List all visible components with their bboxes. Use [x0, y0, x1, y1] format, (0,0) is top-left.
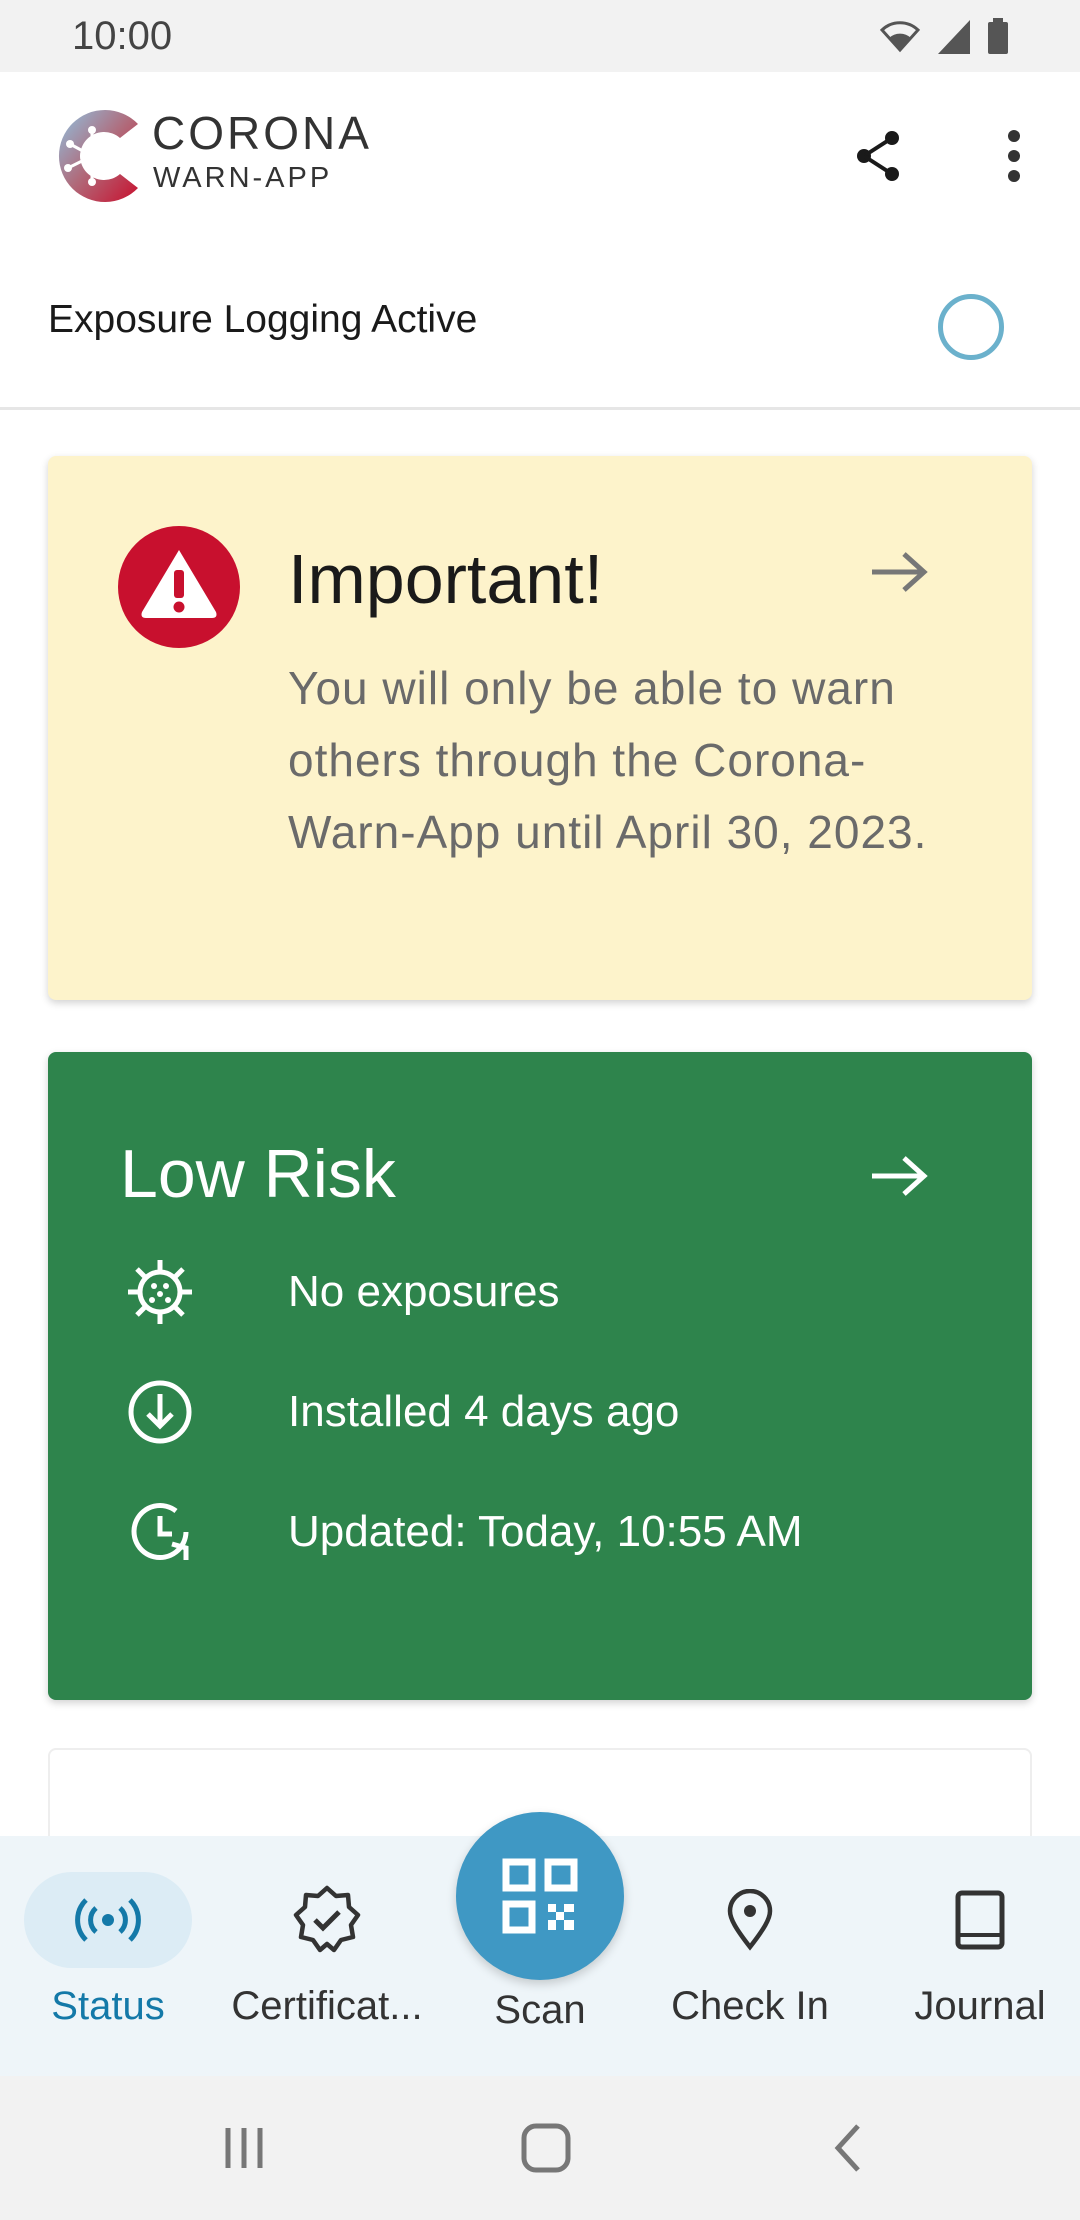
arrow-right-icon	[872, 1156, 928, 1196]
risk-status-card[interactable]: Low Risk No exposures Installed 4 days a…	[48, 1052, 1032, 1700]
nav-item-journal[interactable]: Journal	[880, 1836, 1080, 2076]
location-pin-icon	[727, 1889, 773, 1951]
home-icon	[521, 2123, 571, 2173]
download-circle-icon	[128, 1380, 192, 1444]
broadcast-icon	[75, 1898, 141, 1942]
share-button[interactable]	[846, 124, 910, 188]
nav-icon-container	[243, 1872, 411, 1968]
tracing-progress-ring	[938, 294, 1004, 360]
important-body: You will only be able to warn others thr…	[288, 662, 928, 858]
logo-subtitle: WARN-APP	[153, 162, 333, 194]
system-navigation-bar	[0, 2076, 1080, 2220]
app-header: CORONA WARN-APP Exposure Logging Active	[0, 72, 1080, 410]
risk-row-text: Updated: Today, 10:55 AM	[288, 1507, 803, 1556]
nav-icon-container	[896, 1872, 1064, 1968]
book-icon	[955, 1890, 1005, 1950]
scan-label[interactable]: Scan	[456, 1988, 624, 2033]
risk-row-installed: Installed 4 days ago	[120, 1372, 980, 1452]
virus-icon	[128, 1260, 192, 1324]
nav-label: Certificat...	[231, 1984, 423, 2028]
wifi-icon	[879, 21, 921, 53]
battery-icon	[988, 18, 1008, 54]
status-icons	[878, 14, 1010, 58]
recents-icon	[225, 2128, 263, 2168]
risk-row-text: Installed 4 days ago	[288, 1387, 680, 1436]
status-bar: 10:00	[0, 0, 1080, 72]
recents-button[interactable]	[204, 2116, 284, 2180]
logo-title: CORONA	[152, 107, 372, 159]
more-vert-icon	[1008, 130, 1020, 182]
nav-item-status[interactable]: Status	[24, 1836, 192, 2076]
nav-item-check-in[interactable]: Check In	[650, 1836, 850, 2076]
status-time: 10:00	[72, 14, 173, 58]
more-options-button[interactable]	[982, 124, 1046, 188]
risk-row-exposures: No exposures	[120, 1252, 980, 1332]
back-icon	[834, 2124, 860, 2172]
home-button[interactable]	[506, 2116, 586, 2180]
risk-row-text: No exposures	[288, 1267, 560, 1316]
nav-item-certificates[interactable]: Certificat...	[222, 1836, 432, 2076]
certificate-badge-icon	[293, 1885, 361, 1953]
tracing-status-label[interactable]: Exposure Logging Active	[48, 300, 477, 339]
arrow-right-icon	[872, 552, 928, 592]
scan-qr-button[interactable]	[456, 1812, 624, 1980]
signal-icon	[938, 20, 970, 54]
risk-title: Low Risk	[120, 1136, 396, 1212]
clock-refresh-icon	[131, 1503, 189, 1560]
nav-icon-container	[666, 1872, 834, 1968]
important-notice-card[interactable]: Important! You will only be able to warn…	[48, 456, 1032, 1000]
risk-row-updated: Updated: Today, 10:55 AM	[120, 1492, 980, 1572]
back-button[interactable]	[808, 2116, 888, 2180]
corona-warn-app-logo-icon	[58, 110, 138, 202]
warning-icon	[118, 526, 240, 648]
nav-label: Check In	[671, 1984, 829, 2028]
important-title: Important!	[288, 540, 604, 618]
share-icon	[857, 131, 899, 181]
nav-label: Journal	[914, 1984, 1046, 2028]
nav-icon-container	[24, 1872, 192, 1968]
nav-label: Status	[51, 1984, 165, 2028]
qr-code-icon	[502, 1858, 578, 1934]
